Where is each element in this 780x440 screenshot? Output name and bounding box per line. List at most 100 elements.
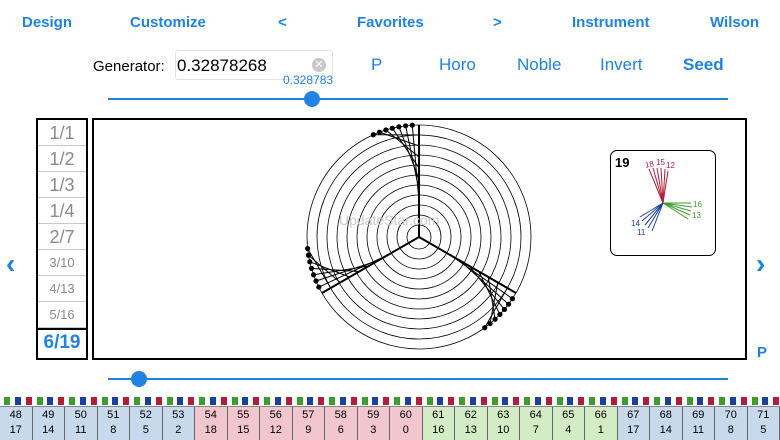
keyboard-key[interactable]: 518 [98, 407, 131, 440]
bottom-slider-track[interactable] [108, 378, 728, 380]
keyboard-key[interactable]: 532 [163, 407, 196, 440]
mode-horo-button[interactable]: Horo [439, 55, 476, 75]
keyboard-key[interactable]: 6911 [683, 407, 716, 440]
key-mark [513, 397, 519, 405]
clear-icon[interactable]: ✕ [312, 58, 326, 72]
ratio-item[interactable]: 1/1 [38, 120, 86, 146]
keyboard-key[interactable]: 5612 [260, 407, 293, 440]
nav-wilson[interactable]: Wilson [710, 14, 759, 31]
wheel-dot [377, 130, 382, 135]
keyboard-key[interactable]: 600 [390, 407, 423, 440]
key-mark [600, 397, 606, 405]
keyboard-key[interactable]: 593 [358, 407, 391, 440]
keyboard-key[interactable]: 647 [520, 407, 553, 440]
ratio-item[interactable]: 6/19 [38, 328, 86, 354]
generator-slider-thumb[interactable] [304, 91, 320, 107]
previous-arrow-icon[interactable]: ‹ [6, 248, 15, 280]
corner-p-button[interactable]: P [757, 344, 767, 361]
key-degree-number: 1 [585, 423, 617, 438]
ratio-item[interactable]: 1/4 [38, 198, 86, 224]
ratio-item[interactable]: 5/16 [38, 302, 86, 328]
key-mark [47, 397, 53, 405]
wheel-spoke [322, 237, 419, 293]
ratio-item[interactable]: 3/10 [38, 250, 86, 276]
key-degree-number: 5 [748, 423, 780, 438]
keyboard-key[interactable]: 586 [325, 407, 358, 440]
next-arrow-icon[interactable]: › [756, 248, 765, 280]
key-note-number: 71 [748, 408, 780, 423]
key-mark [199, 397, 205, 405]
key-mark [676, 397, 682, 405]
key-note-number: 67 [618, 408, 650, 423]
keyboard-key[interactable]: 6213 [455, 407, 488, 440]
key-mark [134, 397, 140, 405]
keyboard-key[interactable]: 4817 [0, 407, 33, 440]
key-degree-number: 18 [195, 423, 227, 438]
key-mark [210, 397, 216, 405]
key-degree-number: 15 [228, 423, 260, 438]
keyboard-key[interactable]: 6717 [618, 407, 651, 440]
scale-canvas[interactable]: 19 18 15 12 16 13 14 11 [92, 118, 747, 360]
key-mark [37, 397, 43, 405]
key-mark [340, 397, 346, 405]
key-mark [578, 397, 584, 405]
keyboard-key[interactable]: 579 [293, 407, 326, 440]
key-mark [697, 397, 703, 405]
key-note-number: 48 [0, 408, 32, 423]
generator-slider-value: 0.328783 [283, 73, 333, 87]
key-note-number: 62 [455, 408, 487, 423]
keyboard-key[interactable]: 5011 [65, 407, 98, 440]
key-note-number: 69 [683, 408, 715, 423]
keyboard-key[interactable]: 6814 [650, 407, 683, 440]
bottom-slider-thumb[interactable] [131, 371, 147, 387]
key-note-number: 58 [325, 408, 357, 423]
nav-prev-button[interactable]: < [278, 14, 287, 31]
keyboard-key[interactable]: 5515 [228, 407, 261, 440]
key-mark [546, 397, 552, 405]
wheel-dot [305, 246, 310, 251]
key-mark [622, 397, 628, 405]
nav-design[interactable]: Design [22, 14, 72, 31]
key-mark [372, 397, 378, 405]
mode-p-button[interactable]: P [371, 55, 382, 75]
wheel-dot [482, 325, 487, 330]
key-note-number: 51 [98, 408, 130, 423]
generator-slider-track[interactable] [108, 98, 728, 100]
mode-noble-button[interactable]: Noble [517, 55, 561, 75]
nav-next-button[interactable]: > [493, 14, 502, 31]
keyboard-key[interactable]: 6116 [423, 407, 456, 440]
mode-invert-button[interactable]: Invert [600, 55, 643, 75]
nav-customize[interactable]: Customize [130, 14, 206, 31]
keyboard-key[interactable]: 715 [748, 407, 780, 440]
keyboard-key[interactable]: 661 [585, 407, 618, 440]
nav-favorites[interactable]: Favorites [357, 14, 424, 31]
ratio-item[interactable]: 2/7 [38, 224, 86, 250]
key-mark [232, 397, 238, 405]
keyboard-key[interactable]: 6310 [488, 407, 521, 440]
key-degree-number: 13 [455, 423, 487, 438]
key-note-number: 54 [195, 408, 227, 423]
keyboard-key[interactable]: 4914 [33, 407, 66, 440]
key-degree-number: 14 [650, 423, 682, 438]
key-mark [427, 397, 433, 405]
key-mark [80, 397, 86, 405]
key-mark [329, 397, 335, 405]
keyboard-key[interactable]: 5418 [195, 407, 228, 440]
key-note-number: 50 [65, 408, 97, 423]
key-mark [654, 397, 660, 405]
mini-plot-label-blue: 14 [631, 219, 640, 228]
key-mark [589, 397, 595, 405]
key-mark [459, 397, 465, 405]
ratio-item[interactable]: 1/2 [38, 146, 86, 172]
key-mark [167, 397, 173, 405]
keyboard-key[interactable]: 525 [130, 407, 163, 440]
key-mark [567, 397, 573, 405]
key-mark [123, 397, 129, 405]
key-mark [481, 397, 487, 405]
keyboard-key[interactable]: 654 [553, 407, 586, 440]
keyboard-key[interactable]: 708 [715, 407, 748, 440]
nav-instrument[interactable]: Instrument [572, 14, 650, 31]
ratio-item[interactable]: 4/13 [38, 276, 86, 302]
mode-seed-button[interactable]: Seed [683, 55, 724, 75]
ratio-item[interactable]: 1/3 [38, 172, 86, 198]
